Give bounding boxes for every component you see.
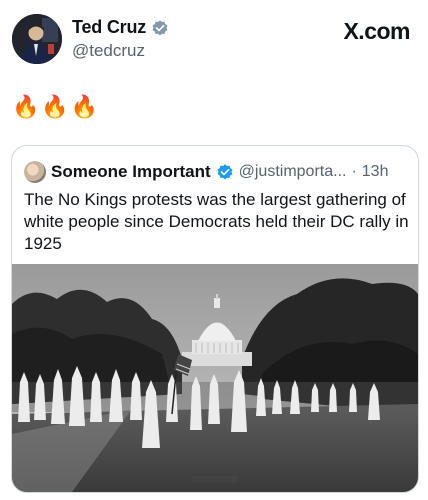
verified-badge-icon <box>217 164 233 180</box>
author-name-row: Ted Cruz <box>72 17 169 38</box>
site-label: X.com <box>343 18 410 44</box>
quoted-avatar[interactable] <box>24 161 46 183</box>
quoted-photo[interactable] <box>12 264 418 492</box>
tweet-card: Ted Cruz @tedcruz X.com 🔥🔥🔥 Someone Impo… <box>0 0 428 500</box>
quoted-header: Someone Important @justimporta... · 13h <box>24 161 388 183</box>
author-handle[interactable]: @tedcruz <box>72 41 145 61</box>
quoted-timestamp[interactable]: 13h <box>362 163 389 181</box>
tweet-text: 🔥🔥🔥 <box>12 94 101 119</box>
quoted-tweet[interactable]: Someone Important @justimporta... · 13h … <box>11 145 419 493</box>
quoted-author-name[interactable]: Someone Important <box>51 162 211 182</box>
quoted-author-handle[interactable]: @justimporta... <box>239 163 347 181</box>
author-avatar[interactable] <box>12 14 62 64</box>
verified-badge-icon <box>152 19 168 35</box>
time-separator: · <box>351 163 357 180</box>
author-name[interactable]: Ted Cruz <box>72 17 146 38</box>
author-photo <box>12 14 62 64</box>
historic-parade-photo <box>12 264 418 492</box>
quoted-text: The No Kings protests was the largest ga… <box>24 190 409 253</box>
